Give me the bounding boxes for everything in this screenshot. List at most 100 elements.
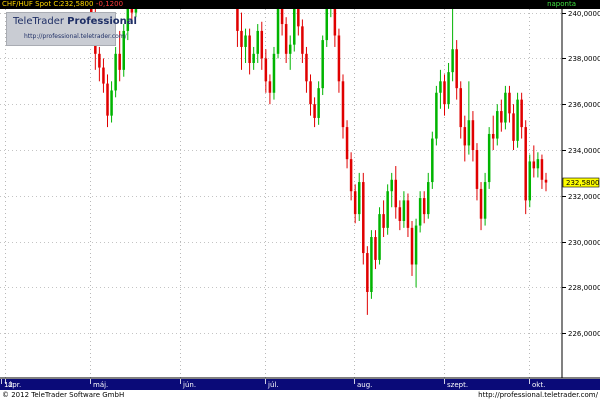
- candle-body: [264, 58, 268, 82]
- candle-body: [345, 127, 349, 160]
- candle-body: [512, 113, 515, 141]
- candle-body: [426, 182, 430, 215]
- candle: [321, 35, 324, 96]
- candle-body: [528, 161, 532, 201]
- teletrader-logo: TeleTrader Professional http://professio…: [6, 12, 137, 46]
- candle-body: [463, 127, 467, 146]
- candle-body: [475, 150, 479, 189]
- period-label[interactable]: naponta: [547, 0, 576, 9]
- candle: [528, 154, 532, 208]
- footer-bar: © 2012 TeleTrader Software GmbH http://p…: [0, 390, 600, 400]
- candle-body: [366, 253, 369, 292]
- candle-body: [114, 53, 117, 91]
- candle: [487, 127, 491, 189]
- candle-body: [447, 72, 450, 105]
- time-tick-label: aug.: [357, 381, 372, 389]
- candle-body: [293, 8, 296, 45]
- price-tick-label: 236,0000: [568, 101, 600, 109]
- time-tick-label: júl.: [267, 381, 279, 389]
- candle-body: [496, 111, 499, 139]
- candle-body: [317, 88, 320, 118]
- candle-body: [524, 127, 527, 201]
- candle-body: [382, 214, 385, 228]
- last-price-label: 232,5800: [60, 0, 94, 8]
- candle-body: [418, 198, 422, 226]
- candle-body: [260, 30, 264, 59]
- footer-url-link[interactable]: http://professional.teletrader.com/: [478, 390, 598, 400]
- candle-body: [276, 1, 280, 54]
- candle-body: [471, 120, 475, 150]
- candle: [114, 46, 117, 98]
- symbol-label: CHF/HUF Spot C:: [2, 0, 61, 8]
- candle-body: [313, 104, 316, 118]
- candle-body: [256, 30, 259, 54]
- candle-body: [435, 92, 438, 139]
- time-tick-label: jún.: [182, 381, 196, 389]
- time-tick-label: ápr.: [8, 381, 21, 389]
- candle-body: [353, 191, 357, 215]
- candle-body: [406, 200, 410, 228]
- time-tick-label: okt.: [532, 381, 545, 389]
- candle-body: [532, 161, 536, 169]
- candle-body: [398, 207, 402, 221]
- candle-body: [439, 81, 442, 93]
- candle-body: [341, 81, 345, 128]
- candle-body: [536, 159, 540, 169]
- candle: [122, 24, 126, 77]
- candle-body: [240, 30, 243, 47]
- price-chart[interactable]: 226,0000 228,0000 230,0000 232,0000 234,0000…: [0, 0, 600, 400]
- candle-body: [297, 8, 300, 27]
- price-tick-label: 228,0000: [568, 284, 600, 292]
- candle: [435, 85, 438, 146]
- candle-body: [357, 182, 361, 215]
- candle-body: [378, 214, 381, 260]
- candle-body: [483, 182, 487, 219]
- candle-body: [386, 191, 389, 228]
- candle-body: [305, 53, 308, 82]
- chart-header-bar: CHF/HUF Spot C: 232,5800 -0,1200 naponta: [0, 0, 600, 9]
- candle-body: [390, 179, 393, 192]
- candle: [362, 172, 365, 265]
- candle-body: [288, 44, 292, 54]
- candle-body: [102, 67, 105, 84]
- candle-body: [321, 40, 324, 89]
- candle: [378, 207, 381, 265]
- candle-body: [508, 92, 511, 114]
- last-price-value: 232,5800: [566, 179, 599, 187]
- candle-body: [370, 237, 373, 292]
- price-tick-label: 234,0000: [568, 147, 600, 155]
- copyright-text: © 2012 TeleTrader Software GmbH: [2, 391, 125, 399]
- logo-title: TeleTrader Professional: [13, 16, 137, 28]
- candle-body: [110, 90, 113, 116]
- candle: [524, 120, 527, 215]
- time-axis-band: [0, 379, 600, 390]
- candle-body: [252, 53, 255, 63]
- candle: [386, 184, 389, 235]
- candle-body: [443, 81, 446, 105]
- candle: [431, 131, 434, 189]
- logo-title-bold: Professional: [67, 16, 137, 27]
- chart-window: 226,0000 228,0000 230,0000 232,0000 234,0000…: [0, 0, 600, 400]
- candle: [370, 230, 373, 299]
- candle-body: [455, 49, 458, 89]
- price-tick-label: 238,0000: [568, 55, 600, 63]
- candle-body: [540, 159, 544, 180]
- change-label: -0,1200: [96, 0, 124, 8]
- candle-body: [248, 35, 251, 63]
- candle: [272, 46, 276, 100]
- candle-body: [244, 35, 247, 47]
- logo-url: http://professional.teletrader.com/: [24, 33, 127, 40]
- candle-body: [98, 53, 101, 68]
- time-tick-label: szept.: [447, 381, 468, 389]
- candle-body: [431, 138, 434, 183]
- candle-body: [374, 237, 377, 260]
- candle-body: [414, 225, 418, 265]
- time-tick-label: máj.: [93, 381, 108, 389]
- candle-body: [325, 8, 329, 41]
- candle-body: [118, 53, 121, 70]
- candle-body: [479, 188, 483, 219]
- candle-body: [467, 120, 471, 146]
- candle-body: [520, 99, 523, 128]
- candle-body: [106, 83, 109, 116]
- candle-body: [487, 133, 491, 183]
